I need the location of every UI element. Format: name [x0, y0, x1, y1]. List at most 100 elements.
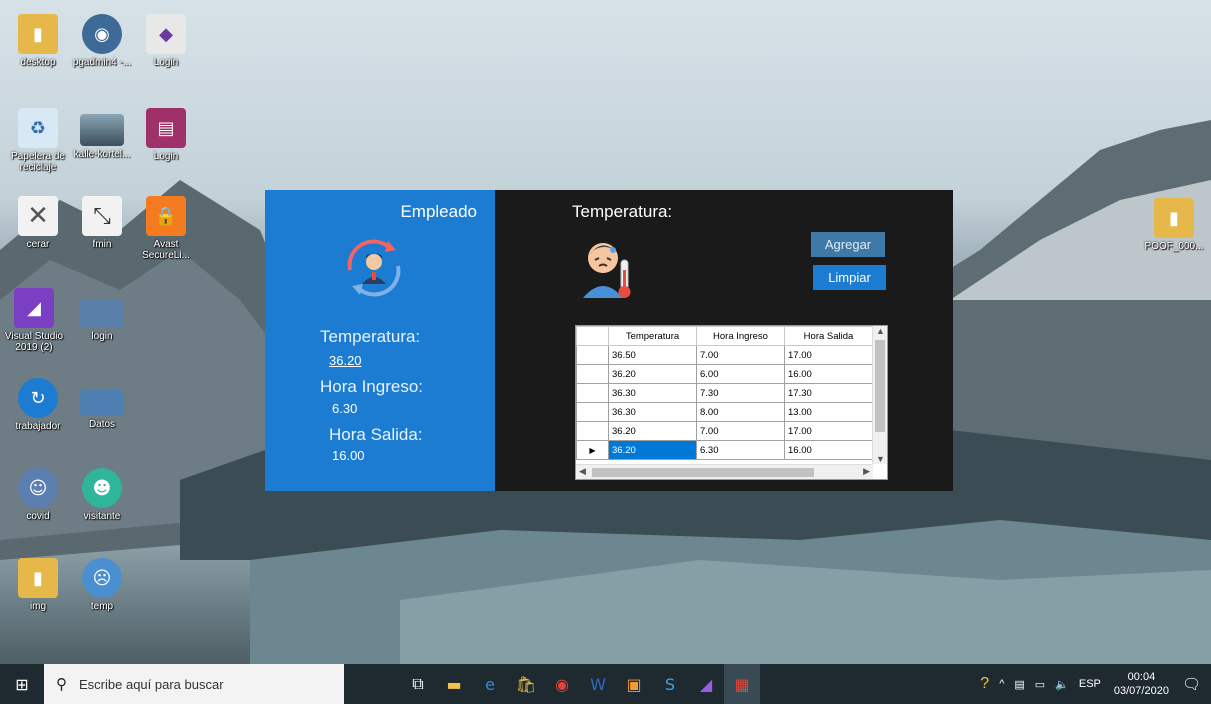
cell-hora-salida[interactable]: 17.00 [784, 345, 873, 365]
notifications-icon[interactable]: 🗨 [1182, 675, 1201, 693]
scroll-left-icon[interactable]: ◀ [579, 466, 586, 477]
desktop-icon-poof[interactable]: ▮ POOF_000... [1142, 198, 1206, 252]
column-header-hora-ingreso[interactable]: Hora Ingreso [696, 326, 785, 346]
cell-hora-ingreso[interactable]: 6.00 [696, 364, 785, 384]
column-header-hora-salida[interactable]: Hora Salida [784, 326, 873, 346]
temperatura-value[interactable]: 36.20 [329, 353, 362, 368]
cell-hora-ingreso[interactable]: 8.00 [696, 402, 785, 422]
recycle-bin-icon: ♻ [18, 108, 58, 148]
cell-hora-salida[interactable]: 13.00 [784, 402, 873, 422]
scroll-right-icon[interactable]: ▶ [863, 466, 870, 477]
task-view-icon[interactable]: ⧉ [400, 664, 436, 704]
person-avatar-icon: ☻ [82, 468, 122, 508]
temperature-data-grid[interactable]: Temperatura Hora Ingreso Hora Salida 36.… [575, 325, 888, 480]
vertical-scrollbar[interactable]: ▲ ▼ [872, 326, 887, 464]
table-row[interactable]: 36.20 6.00 16.00 [576, 364, 873, 384]
language-indicator[interactable]: ESP [1079, 678, 1101, 690]
folder-icon: ▮ [18, 14, 58, 54]
data-grid-table: Temperatura Hora Ingreso Hora Salida 36.… [576, 326, 873, 460]
desktop-icon-cerar[interactable]: ✕ cerar [6, 196, 70, 250]
running-app-icon[interactable]: ▦ [724, 664, 760, 704]
help-icon[interactable]: ? [980, 675, 989, 693]
cell-hora-salida[interactable]: 16.00 [784, 440, 873, 460]
horizontal-scroll-thumb[interactable] [592, 468, 814, 477]
cell-hora-ingreso[interactable]: 6.30 [696, 440, 785, 460]
cell-temperatura[interactable]: 36.30 [608, 402, 697, 422]
desktop-icon-pgadmin[interactable]: ◉ pgadmin4 -... [70, 14, 134, 68]
cell-hora-salida[interactable]: 17.00 [784, 421, 873, 441]
desktop-icon-avast[interactable]: 🔒 Avast SecureLi... [134, 196, 198, 261]
cell-hora-salida[interactable]: 17.30 [784, 383, 873, 403]
vertical-scroll-thumb[interactable] [875, 340, 885, 432]
row-header[interactable] [576, 421, 609, 441]
row-header[interactable] [576, 364, 609, 384]
clock[interactable]: 00:04 03/07/2020 [1114, 670, 1169, 698]
desktop-icon-trabajador[interactable]: ↻ trabajador [6, 378, 70, 432]
desktop-icon-visual-studio[interactable]: ◢ Visual Studio 2019 (2) [2, 288, 66, 353]
folder-icon: ▮ [1154, 198, 1194, 238]
desktop-icon-kalle[interactable]: kalle-kortel... [70, 108, 134, 160]
desktop-icon-fmin[interactable]: ⤡ fmin [70, 196, 134, 250]
grid-header-row: Temperatura Hora Ingreso Hora Salida [576, 326, 873, 346]
table-row-current[interactable]: ▶ 36.20 6.30 16.00 [576, 440, 873, 460]
employee-refresh-icon [347, 239, 401, 297]
column-header-temperatura[interactable]: Temperatura [608, 326, 697, 346]
desktop-icon-img[interactable]: ▮ img [6, 558, 70, 612]
cell-temperatura[interactable]: 36.20 [608, 364, 697, 384]
desktop-icon-covid[interactable]: ☺ covid [6, 468, 70, 522]
desktop-icon-temp[interactable]: ☹ temp [70, 558, 134, 612]
system-tray: ? ^ ▤ ▭ 🔈 ESP 00:04 03/07/2020 🗨 [975, 664, 1211, 704]
desktop-icon-desktop[interactable]: ▮ desktop [6, 14, 70, 68]
row-header[interactable] [576, 402, 609, 422]
desktop-icon-datos[interactable]: Datos [70, 390, 134, 430]
image-thumbnail-icon [80, 114, 124, 146]
scroll-down-icon[interactable]: ▼ [876, 454, 885, 464]
windows-start-icon[interactable]: ⊞ [0, 664, 44, 704]
edge-browser-icon[interactable]: e [472, 664, 508, 704]
desktop-icon-visitante[interactable]: ☻ visitante [70, 468, 134, 522]
cell-temperatura[interactable]: 36.20 [608, 421, 697, 441]
chevron-up-icon[interactable]: ^ [999, 678, 1004, 690]
cell-temperatura-selected[interactable]: 36.20 [608, 440, 697, 460]
table-row[interactable]: 36.20 7.00 17.00 [576, 421, 873, 441]
cell-temperatura[interactable]: 36.50 [608, 345, 697, 365]
cell-hora-salida[interactable]: 16.00 [784, 364, 873, 384]
taskbar-search-box[interactable]: ⚲ Escribe aquí para buscar [44, 664, 344, 704]
file-explorer-icon[interactable]: ▬ [436, 664, 472, 704]
desktop-icon-login-app[interactable]: login [70, 300, 134, 342]
desktop-icon-login[interactable]: ◆ Login [134, 14, 198, 68]
skype-icon[interactable]: S [652, 664, 688, 704]
cell-hora-ingreso[interactable]: 7.00 [696, 421, 785, 441]
hora-ingreso-value[interactable]: 6.30 [332, 401, 357, 416]
agregar-button[interactable]: Agregar [811, 232, 885, 257]
search-placeholder: Escribe aquí para buscar [79, 676, 224, 692]
window-thumbnail-icon [80, 300, 124, 328]
minimize-arrows-icon: ⤡ [82, 196, 122, 236]
desktop-icon-login-rar[interactable]: ▤ Login [134, 108, 198, 162]
table-row[interactable]: 36.50 7.00 17.00 [576, 345, 873, 365]
cell-hora-ingreso[interactable]: 7.00 [696, 345, 785, 365]
desktop-icon-recycle-bin[interactable]: ♻ Papelera de reciclaje [6, 108, 70, 173]
clock-time: 00:04 [1127, 671, 1156, 683]
scroll-up-icon[interactable]: ▲ [876, 326, 885, 336]
horizontal-scrollbar[interactable]: ◀ ▶ [576, 464, 873, 479]
battery-icon[interactable]: ▭ [1035, 678, 1045, 691]
winrar-icon: ▤ [146, 108, 186, 148]
employee-pane: Empleado Temperatura: 36.20 Hora Ingreso… [265, 190, 495, 491]
current-row-indicator-icon[interactable]: ▶ [576, 440, 609, 460]
chrome-icon[interactable]: ◉ [544, 664, 580, 704]
store-icon[interactable]: 🛍 [508, 664, 544, 704]
live-icon[interactable]: ▣ [616, 664, 652, 704]
row-header[interactable] [576, 345, 609, 365]
cell-hora-ingreso[interactable]: 7.30 [696, 383, 785, 403]
cell-temperatura[interactable]: 36.30 [608, 383, 697, 403]
word-icon[interactable]: W [580, 664, 616, 704]
limpiar-button[interactable]: Limpiar [813, 265, 886, 290]
visual-studio-taskbar-icon[interactable]: ◢ [688, 664, 724, 704]
table-row[interactable]: 36.30 7.30 17.30 [576, 383, 873, 403]
notification-app-icon[interactable]: ▤ [1014, 678, 1024, 691]
volume-icon[interactable]: 🔈 [1055, 678, 1069, 691]
row-header[interactable] [576, 383, 609, 403]
table-row[interactable]: 36.30 8.00 13.00 [576, 402, 873, 422]
hora-salida-value[interactable]: 16.00 [332, 448, 365, 463]
